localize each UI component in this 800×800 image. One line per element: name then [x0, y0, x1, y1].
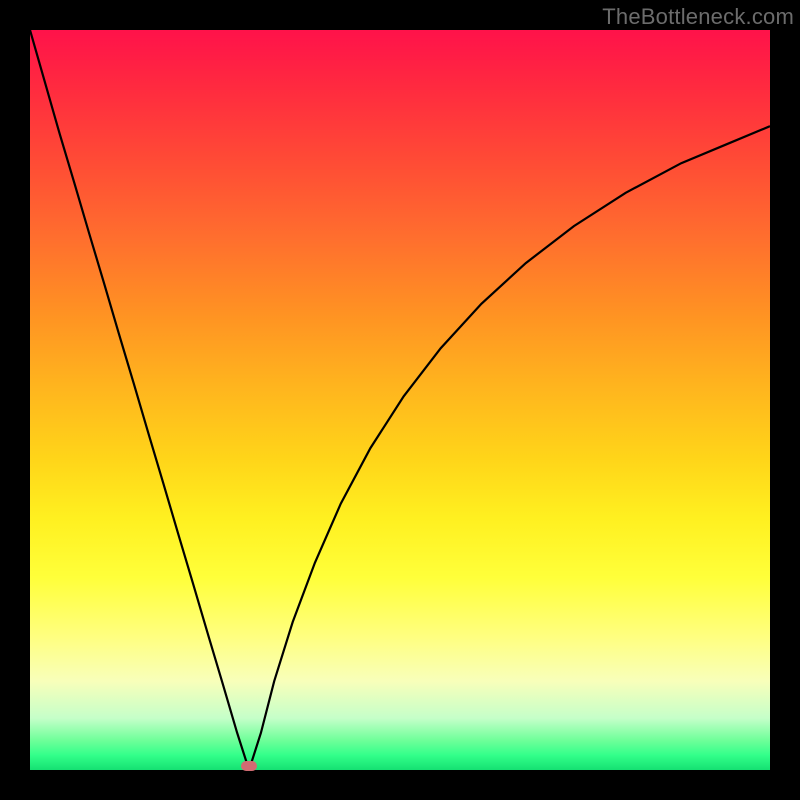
- plot-area: [30, 30, 770, 770]
- bottleneck-curve: [30, 30, 770, 770]
- watermark-text: TheBottleneck.com: [602, 4, 794, 30]
- notch-marker: [241, 761, 257, 771]
- chart-frame: TheBottleneck.com: [0, 0, 800, 800]
